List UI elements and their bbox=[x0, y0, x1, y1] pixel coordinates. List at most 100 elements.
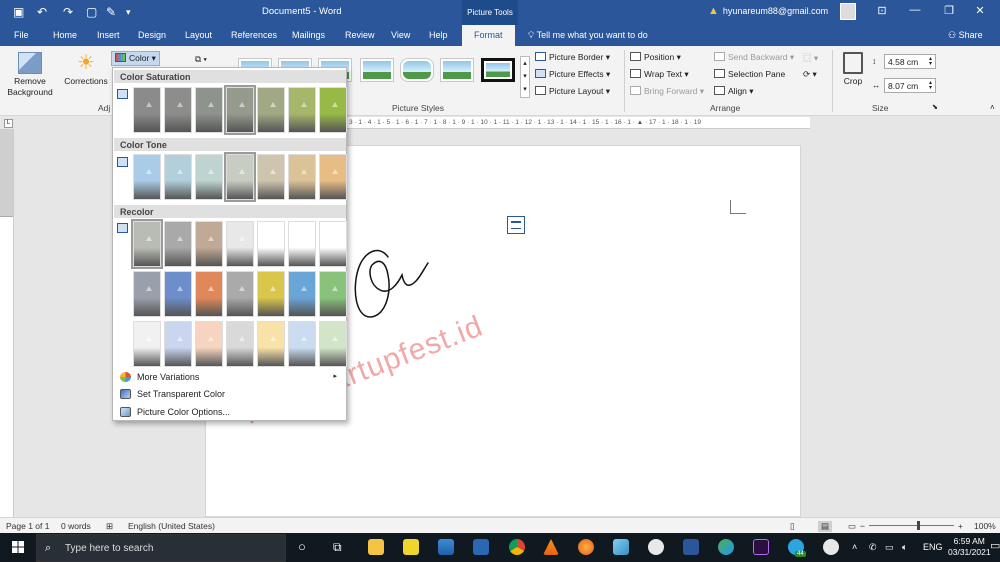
recolor-swatch-row3-3[interactable] bbox=[195, 321, 223, 367]
tab-references[interactable]: References bbox=[231, 30, 277, 40]
recolor-swatch-row2-1[interactable] bbox=[133, 271, 161, 317]
share-button[interactable]: ⚇ Share bbox=[948, 30, 983, 41]
group-objects-icon[interactable]: ⿴ ▾ bbox=[803, 52, 818, 64]
word-taskbar-icon[interactable] bbox=[683, 539, 699, 555]
signature-image[interactable] bbox=[350, 245, 435, 325]
photos-icon[interactable] bbox=[718, 539, 734, 555]
compress-pictures-icon[interactable]: ⧉ ▾ bbox=[195, 54, 207, 65]
tone-swatch-6[interactable] bbox=[288, 154, 316, 200]
tab-help[interactable]: Help bbox=[429, 30, 448, 40]
tab-format[interactable]: Format bbox=[462, 25, 515, 46]
close-icon[interactable]: ✕ bbox=[972, 4, 988, 17]
color-button[interactable]: Color ▾ bbox=[111, 51, 160, 66]
picture-color-options-item[interactable]: Picture Color Options... bbox=[117, 405, 343, 420]
customize-qat-icon[interactable]: ▾ bbox=[126, 5, 131, 19]
page-count[interactable]: Page 1 of 1 bbox=[6, 521, 49, 531]
width-spinner-icon[interactable]: ▴ ▾ bbox=[929, 80, 932, 91]
redo-icon[interactable]: ↷ bbox=[63, 5, 73, 19]
saturation-swatch-6[interactable] bbox=[288, 87, 316, 133]
tab-home[interactable]: Home bbox=[53, 30, 77, 40]
store-icon[interactable] bbox=[473, 539, 489, 555]
position-button[interactable]: Position ▾ bbox=[630, 52, 681, 63]
recolor-swatch-row2-3[interactable] bbox=[195, 271, 223, 317]
picture-layout-button[interactable]: Picture Layout ▾ bbox=[535, 86, 610, 97]
bring-forward-button[interactable]: Bring Forward ▾ bbox=[630, 86, 704, 97]
touch-mode-icon[interactable]: ✎ bbox=[106, 5, 116, 19]
style-thumb-6[interactable] bbox=[440, 58, 474, 82]
maximize-icon[interactable]: ❐ bbox=[941, 4, 957, 17]
new-document-icon[interactable]: ▢ bbox=[86, 5, 97, 19]
tab-mailings[interactable]: Mailings bbox=[292, 30, 325, 40]
network-icon[interactable]: ✆ bbox=[869, 542, 877, 553]
windows-start-icon[interactable] bbox=[12, 541, 24, 553]
recolor-swatch-row3-5[interactable] bbox=[257, 321, 285, 367]
notifications-icon[interactable]: ▭ bbox=[990, 539, 1000, 552]
picture-effects-button[interactable]: Picture Effects ▾ bbox=[535, 69, 610, 80]
send-backward-button[interactable]: Send Backward ▾ bbox=[714, 52, 794, 63]
recolor-swatch-row1-5[interactable] bbox=[257, 221, 285, 267]
taskbar-search-box[interactable]: ⌕ Type here to search bbox=[36, 534, 286, 562]
clock-app-icon[interactable] bbox=[648, 539, 664, 555]
tone-swatch-7[interactable] bbox=[319, 154, 347, 200]
saturation-swatch-4[interactable] bbox=[224, 85, 256, 135]
chrome-icon[interactable] bbox=[509, 539, 525, 555]
volume-icon[interactable]: 🔈︎ bbox=[902, 542, 907, 553]
paint-icon[interactable] bbox=[613, 539, 629, 555]
undo-icon[interactable]: ↶ bbox=[37, 5, 47, 19]
set-transparent-color-item[interactable]: Set Transparent Color bbox=[117, 387, 343, 402]
account-info[interactable]: ▲ hyunareum88@gmail.com bbox=[708, 5, 828, 17]
align-button[interactable]: Align ▾ bbox=[714, 86, 754, 97]
horizontal-ruler[interactable]: · 3 · 1 · 4 · 1 · 5 · 1 · 6 · 1 · 7 · 1 … bbox=[345, 117, 810, 129]
styles-gallery-scroll[interactable]: ▴ ▾ ▾ bbox=[520, 56, 530, 98]
saturation-swatch-3[interactable] bbox=[195, 87, 223, 133]
corrections-button[interactable]: ☀ Corrections bbox=[60, 52, 112, 87]
app-icon[interactable] bbox=[823, 539, 839, 555]
style-thumb-4[interactable] bbox=[360, 58, 394, 82]
style-thumb-7[interactable] bbox=[481, 58, 515, 82]
tone-swatch-4[interactable] bbox=[224, 152, 256, 202]
size-dialog-launcher-icon[interactable]: ⬊ bbox=[932, 103, 938, 111]
tone-swatch-2[interactable] bbox=[164, 154, 192, 200]
zoom-out-icon[interactable]: − bbox=[860, 521, 865, 531]
zoom-slider-thumb[interactable] bbox=[917, 521, 920, 530]
vlc-icon[interactable] bbox=[543, 539, 559, 555]
zoom-in-icon[interactable]: + bbox=[958, 521, 963, 531]
recolor-swatch-row3-1[interactable] bbox=[133, 321, 161, 367]
remove-background-button[interactable]: Remove Background bbox=[4, 52, 56, 98]
saturation-swatch-1[interactable] bbox=[133, 87, 161, 133]
style-thumb-5[interactable] bbox=[400, 58, 434, 82]
recolor-swatch-row2-4[interactable] bbox=[226, 271, 254, 317]
show-hidden-icons[interactable]: ˄ bbox=[852, 542, 857, 552]
language-indicator[interactable]: English (United States) bbox=[128, 521, 215, 531]
recolor-swatch-row1-3[interactable] bbox=[195, 221, 223, 267]
mail-icon[interactable] bbox=[438, 539, 454, 555]
recolor-swatch-row2-5[interactable] bbox=[257, 271, 285, 317]
recolor-swatch-row1-6[interactable] bbox=[288, 221, 316, 267]
tab-review[interactable]: Review bbox=[345, 30, 375, 40]
tone-swatch-5[interactable] bbox=[257, 154, 285, 200]
system-clock[interactable]: 6:59 AM 03/31/2021 bbox=[948, 536, 991, 558]
web-layout-icon[interactable]: ▭ bbox=[848, 521, 856, 532]
layout-options-icon[interactable] bbox=[507, 216, 525, 234]
tone-swatch-1[interactable] bbox=[133, 154, 161, 200]
tab-layout[interactable]: Layout bbox=[185, 30, 212, 40]
zoom-level[interactable]: 100% bbox=[974, 521, 996, 531]
firefox-icon[interactable] bbox=[578, 539, 594, 555]
recolor-swatch-row3-4[interactable] bbox=[226, 321, 254, 367]
collapse-ribbon-icon[interactable]: ˄ bbox=[990, 103, 995, 112]
shape-height-field[interactable]: 4.58 cm ▴ ▾ bbox=[884, 54, 936, 69]
battery-icon[interactable]: ▭ bbox=[885, 542, 894, 553]
tab-design[interactable]: Design bbox=[138, 30, 166, 40]
proofing-icon[interactable]: ⊞ bbox=[106, 521, 113, 532]
input-language[interactable]: ENG bbox=[923, 542, 943, 552]
recolor-swatch-row1-4[interactable] bbox=[226, 221, 254, 267]
rotate-icon[interactable]: ⟳ ▾ bbox=[803, 69, 817, 80]
cortana-icon[interactable]: ○ bbox=[298, 539, 306, 554]
height-spinner-icon[interactable]: ▴ ▾ bbox=[929, 56, 932, 67]
print-layout-icon[interactable]: ▤ bbox=[818, 521, 833, 532]
tone-swatch-3[interactable] bbox=[195, 154, 223, 200]
more-variations-item[interactable]: More Variations ▸ bbox=[117, 370, 343, 385]
tab-file[interactable]: File bbox=[14, 30, 29, 40]
ribbon-display-icon[interactable]: ⊡ bbox=[874, 4, 890, 17]
recolor-swatch-row3-6[interactable] bbox=[288, 321, 316, 367]
